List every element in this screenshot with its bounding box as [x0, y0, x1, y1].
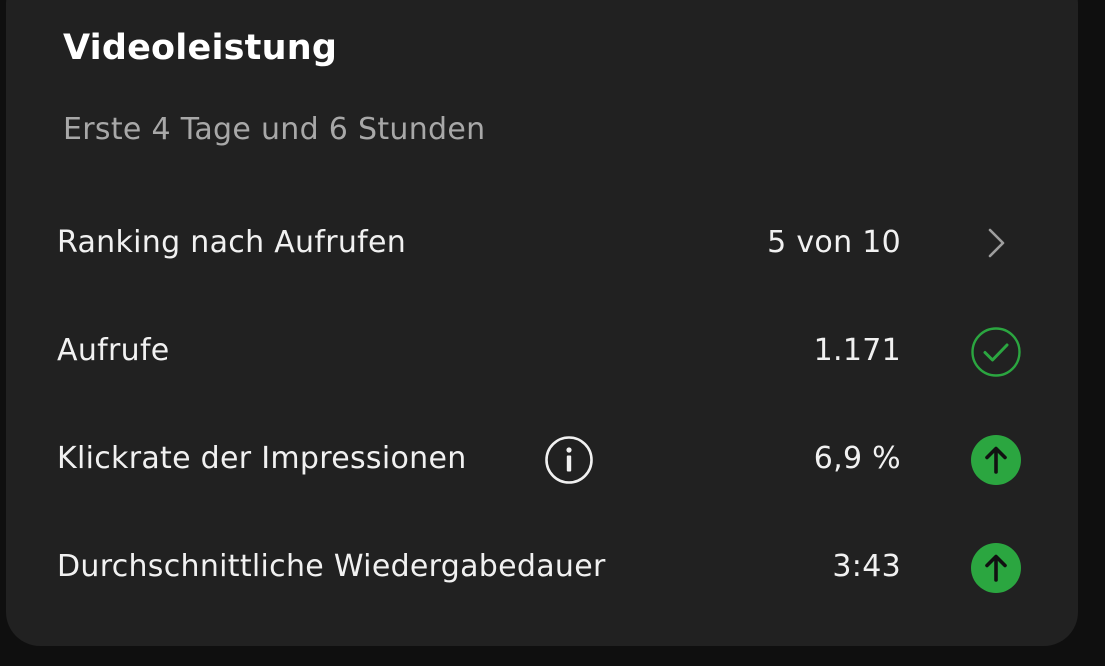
views-row: Aufrufe 1.171	[0, 310, 1072, 390]
card-subtitle: Erste 4 Tage und 6 Stunden	[63, 112, 486, 147]
chevron-right-icon[interactable]	[970, 218, 1022, 270]
ranking-value: 5 von 10	[767, 225, 901, 260]
arrow-up-circle-icon	[970, 434, 1022, 486]
ranking-row[interactable]: Ranking nach Aufrufen 5 von 10	[0, 202, 1072, 282]
ranking-label: Ranking nach Aufrufen	[57, 225, 407, 260]
ctr-row: Klickrate der Impressionen 6,9 %	[0, 418, 1072, 498]
ctr-label: Klickrate der Impressionen	[57, 441, 467, 476]
views-label: Aufrufe	[57, 333, 170, 368]
card-title: Videoleistung	[63, 28, 338, 68]
ctr-value: 6,9 %	[813, 441, 901, 476]
arrow-up-circle-icon	[970, 542, 1022, 594]
avg-view-duration-label: Durchschnittliche Wiedergabedauer	[57, 549, 606, 584]
avg-view-duration-row: Durchschnittliche Wiedergabedauer 3:43	[0, 526, 1072, 606]
check-circle-icon	[970, 326, 1022, 378]
avg-view-duration-value: 3:43	[832, 549, 901, 584]
views-value: 1.171	[813, 333, 901, 368]
info-icon[interactable]	[543, 434, 595, 486]
